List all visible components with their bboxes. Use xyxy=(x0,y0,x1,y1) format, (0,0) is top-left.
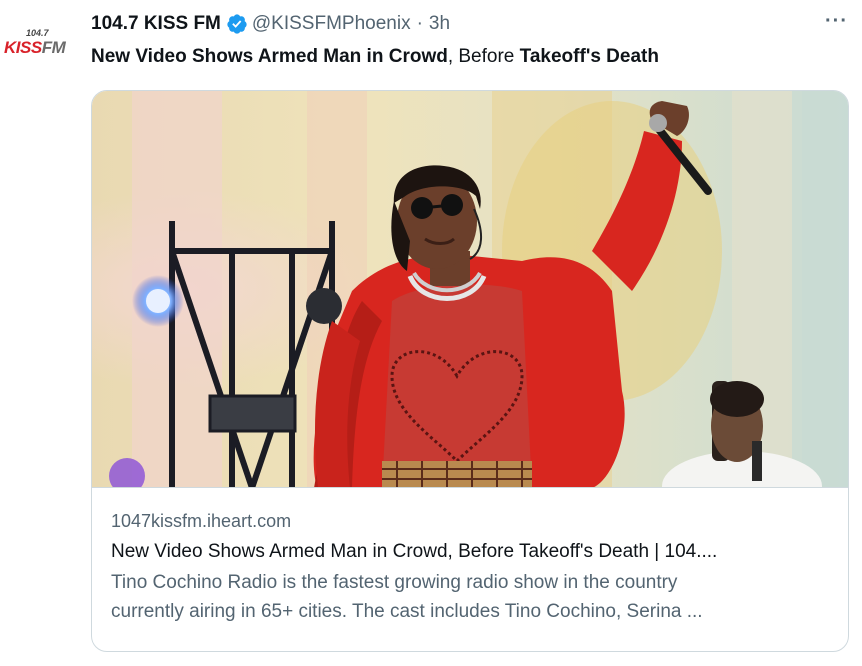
avatar-logo: KISSFM xyxy=(4,38,66,58)
more-options-icon[interactable]: ··· xyxy=(825,10,848,33)
avatar-logo-kiss: KISS xyxy=(4,38,42,57)
card-image[interactable] xyxy=(92,91,848,488)
link-card[interactable]: 1047kissfm.iheart.com New Video Shows Ar… xyxy=(91,90,849,652)
avatar-small-text: 104.7 xyxy=(26,28,49,38)
account-handle[interactable]: @KISSFMPhoenix xyxy=(252,13,411,35)
card-description-line-2: currently airing in 65+ cities. The cast… xyxy=(111,601,703,622)
separator-dot: · xyxy=(416,13,423,34)
performer-photo xyxy=(92,91,848,487)
tweet-text: New Video Shows Armed Man in Crowd, Befo… xyxy=(91,44,659,70)
tweet-header: 104.7 KISS FM @KISSFMPhoenix · 3h xyxy=(91,10,822,38)
tweet-text-bold-1: New Video Shows Armed Man in Crowd xyxy=(91,46,448,67)
card-description-line-1: Tino Cochino Radio is the fastest growin… xyxy=(111,572,678,593)
tweet-time[interactable]: 3h xyxy=(429,13,450,35)
tweet-text-plain: , Before xyxy=(447,46,520,67)
card-title[interactable]: New Video Shows Armed Man in Crowd, Befo… xyxy=(111,538,829,566)
avatar-logo-fm: FM xyxy=(41,38,66,57)
verified-badge-icon xyxy=(227,14,247,34)
card-domain: 1047kissfm.iheart.com xyxy=(111,511,292,531)
card-description: Tino Cochino Radio is the fastest growin… xyxy=(111,568,829,626)
account-name[interactable]: 104.7 KISS FM xyxy=(91,13,221,35)
tweet-text-bold-2: Takeoff's Death xyxy=(519,46,659,67)
avatar[interactable]: 104.7 KISSFM xyxy=(4,26,76,62)
card-body: 1047kissfm.iheart.com New Video Shows Ar… xyxy=(92,488,848,626)
